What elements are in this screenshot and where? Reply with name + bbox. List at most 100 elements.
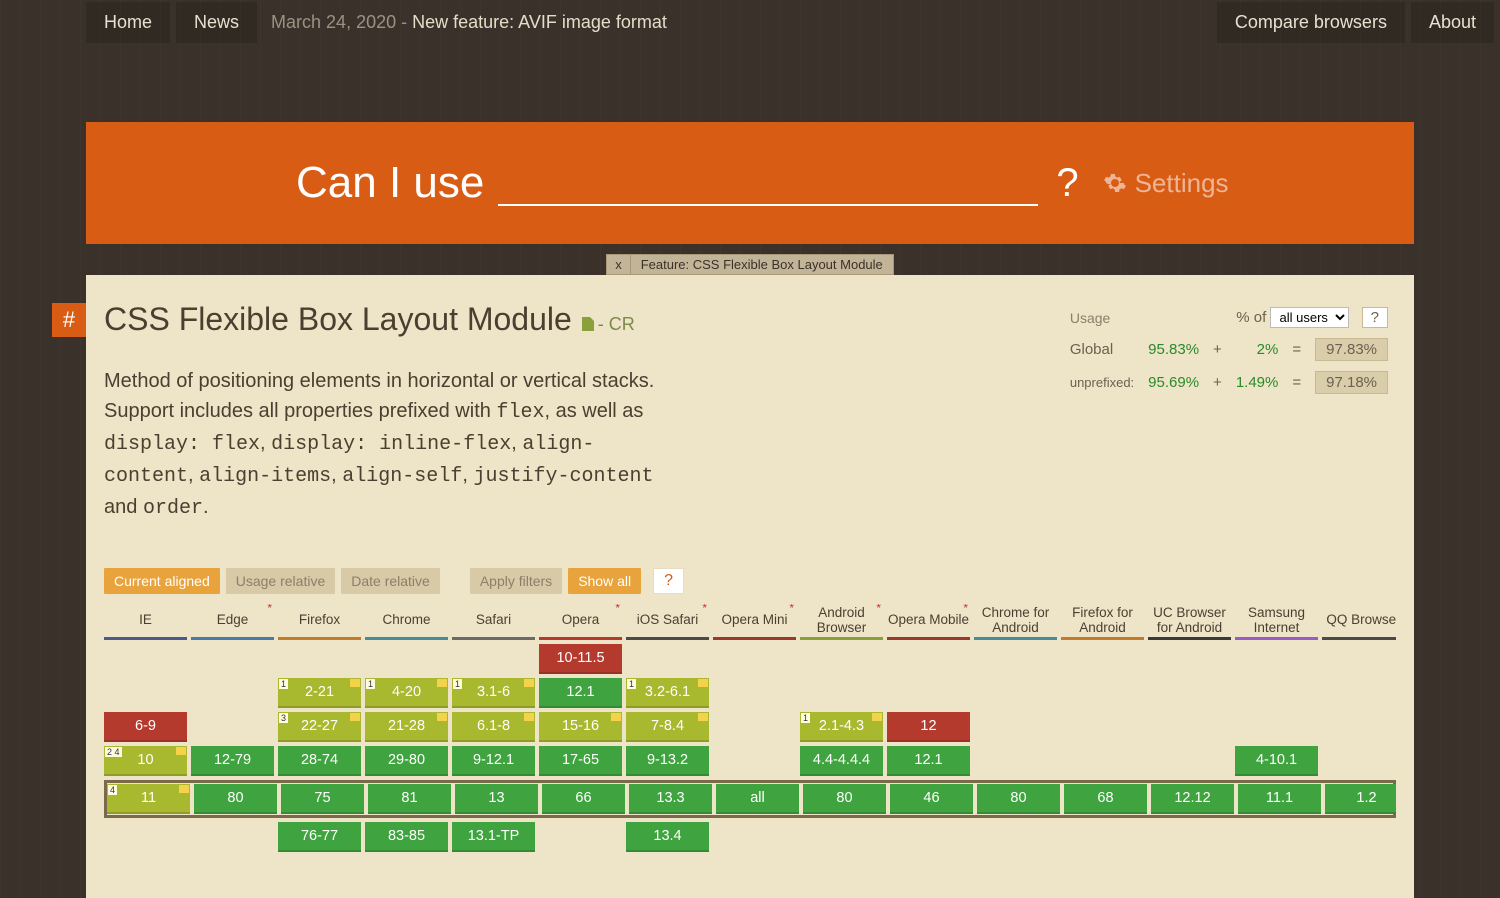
usage-global-supported: 95.83% (1142, 334, 1205, 365)
feature-panel: # CSS Flexible Box Layout Module - CR Us… (86, 275, 1414, 898)
version-cell[interactable]: 12.1 (539, 678, 622, 708)
browser-header[interactable]: Opera* (539, 604, 622, 640)
tab-label[interactable]: Feature: CSS Flexible Box Layout Module (631, 255, 893, 274)
browser-header[interactable]: Safari (452, 604, 535, 640)
version-cell[interactable]: 80 (803, 784, 886, 814)
nav-home[interactable]: Home (86, 2, 170, 43)
nav-news[interactable]: News (176, 2, 257, 43)
feature-tab: x Feature: CSS Flexible Box Layout Modul… (606, 254, 894, 275)
version-cell[interactable]: 80 (194, 784, 277, 814)
search-hero: Can I use ? Settings (86, 122, 1414, 244)
usage-unprefixed-supported: 95.69% (1142, 367, 1205, 398)
view-filters: Current aligned Usage relative Date rela… (104, 568, 1396, 594)
version-cell[interactable]: 46 (890, 784, 973, 814)
browser-header[interactable]: QQ Browser (1322, 604, 1396, 640)
usage-header: Usage (1064, 303, 1140, 332)
browser-header[interactable]: Android Browser* (800, 604, 883, 640)
version-cell[interactable]: 12 (887, 712, 970, 742)
version-cell[interactable]: 6-9 (104, 712, 187, 742)
usage-global-total: 97.83% (1315, 338, 1388, 361)
version-cell[interactable]: 11.1 (1238, 784, 1321, 814)
version-cell[interactable]: 1.2 (1325, 784, 1396, 814)
version-cell[interactable]: 76-77 (278, 822, 361, 852)
version-cell[interactable]: 12-79 (191, 746, 274, 776)
version-cell[interactable]: 66 (542, 784, 625, 814)
news-headline[interactable]: March 24, 2020 - New feature: AVIF image… (271, 12, 667, 33)
version-cell[interactable]: 6.1-8 (452, 712, 535, 742)
version-cell[interactable]: 21-28 (365, 712, 448, 742)
version-cell[interactable]: 9-12.1 (452, 746, 535, 776)
search-input[interactable] (498, 160, 1038, 206)
version-cell[interactable]: 4-10.1 (1235, 746, 1318, 776)
usage-unprefixed-total: 97.18% (1315, 371, 1388, 394)
filter-apply-filters[interactable]: Apply filters (470, 568, 562, 594)
version-cell[interactable]: 17-65 (539, 746, 622, 776)
news-date: March 24, 2020 - (271, 12, 412, 32)
browser-header[interactable]: Samsung Internet (1235, 604, 1318, 640)
version-cell[interactable]: 3.1-61 (452, 678, 535, 708)
version-cell[interactable]: 81 (368, 784, 451, 814)
version-cell[interactable]: 4.4-4.4.4 (800, 746, 883, 776)
version-cell[interactable]: all (716, 784, 799, 814)
pctof-label: % of (1236, 309, 1266, 326)
nav-about[interactable]: About (1411, 2, 1494, 43)
version-cell[interactable]: 13.3 (629, 784, 712, 814)
version-cell[interactable]: 22-273 (278, 712, 361, 742)
version-cell[interactable]: 13 (455, 784, 538, 814)
version-cell[interactable]: 114 (107, 784, 190, 814)
version-cell[interactable]: 75 (281, 784, 364, 814)
browser-header[interactable]: Opera Mini* (713, 604, 796, 640)
version-cell[interactable]: 13.4 (626, 822, 709, 852)
news-text: New feature: AVIF image format (412, 12, 667, 32)
version-cell[interactable]: 9-13.2 (626, 746, 709, 776)
usage-unprefixed-label: unprefixed: (1064, 367, 1140, 398)
version-cell[interactable]: 7-8.4 (626, 712, 709, 742)
permalink-hash[interactable]: # (52, 303, 86, 337)
version-cell[interactable]: 28-74 (278, 746, 361, 776)
feature-title: CSS Flexible Box Layout Module (104, 301, 572, 338)
filter-help[interactable]: ? (653, 568, 684, 594)
version-cell[interactable]: 13.1-TP (452, 822, 535, 852)
usage-stats: Usage % of all users ? Global 95.83% + 2… (1062, 301, 1396, 400)
version-cell[interactable]: 4-201 (365, 678, 448, 708)
browser-header[interactable]: IE (104, 604, 187, 640)
filter-usage-relative[interactable]: Usage relative (226, 568, 336, 594)
version-cell[interactable]: 102 4 (104, 746, 187, 776)
tab-close-button[interactable]: x (607, 255, 631, 274)
version-cell[interactable]: 12.1 (887, 746, 970, 776)
version-cell[interactable]: 80 (977, 784, 1060, 814)
version-cell[interactable]: 29-80 (365, 746, 448, 776)
gear-icon[interactable] (1103, 171, 1127, 195)
feature-description: Method of positioning elements in horizo… (104, 366, 664, 524)
usage-global-label: Global (1064, 334, 1140, 365)
browser-header[interactable]: iOS Safari* (626, 604, 709, 640)
nav-compare[interactable]: Compare browsers (1217, 2, 1405, 43)
hero-question-mark: ? (1056, 161, 1078, 206)
version-cell[interactable]: 83-85 (365, 822, 448, 852)
filter-date-relative[interactable]: Date relative (341, 568, 440, 594)
version-cell[interactable]: 3.2-6.11 (626, 678, 709, 708)
version-cell[interactable]: 15-16 (539, 712, 622, 742)
browser-header[interactable]: Edge* (191, 604, 274, 640)
version-cell[interactable]: 10-11.5 (539, 644, 622, 674)
browser-header[interactable]: Firefox for Android (1061, 604, 1144, 640)
usage-unprefixed-partial: 1.49% (1230, 367, 1285, 398)
browser-header[interactable]: Opera Mobile* (887, 604, 970, 640)
filter-show-all[interactable]: Show all (568, 568, 641, 594)
usage-help[interactable]: ? (1362, 307, 1388, 328)
browser-header[interactable]: Chrome for Android (974, 604, 1057, 640)
version-cell[interactable]: 68 (1064, 784, 1147, 814)
usage-scope-select[interactable]: all users (1270, 307, 1349, 328)
hero-label: Can I use (296, 158, 484, 208)
version-cell[interactable]: 2.1-4.31 (800, 712, 883, 742)
version-cell[interactable]: 12.12 (1151, 784, 1234, 814)
usage-global-partial: 2% (1230, 334, 1285, 365)
spec-link[interactable]: - CR (582, 314, 635, 335)
version-cell[interactable]: 2-211 (278, 678, 361, 708)
filter-current-aligned[interactable]: Current aligned (104, 568, 220, 594)
document-icon (582, 317, 594, 331)
browser-header[interactable]: Chrome (365, 604, 448, 640)
browser-header[interactable]: UC Browser for Android (1148, 604, 1231, 640)
browser-header[interactable]: Firefox (278, 604, 361, 640)
settings-link[interactable]: Settings (1135, 168, 1229, 199)
